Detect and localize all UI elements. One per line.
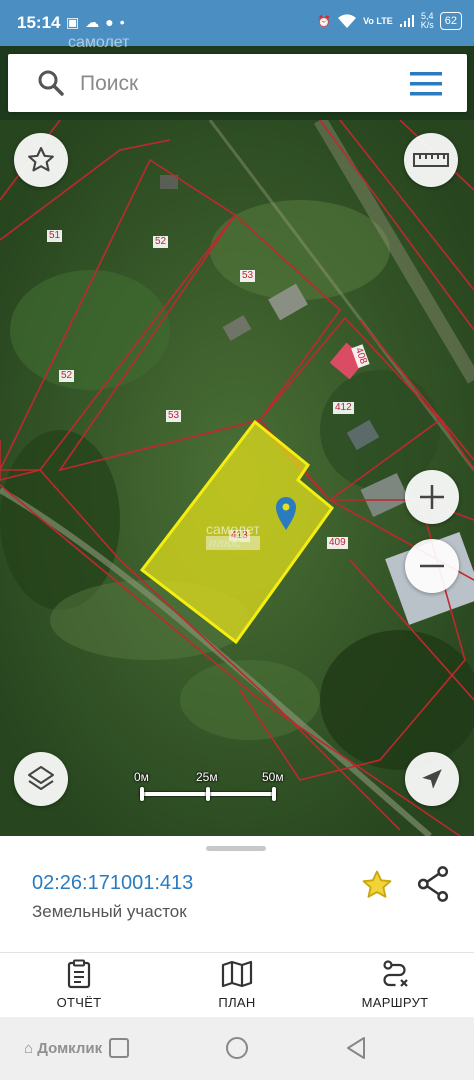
minus-icon [420, 564, 444, 568]
navigation-arrow-icon [422, 769, 442, 789]
add-favorite-button[interactable] [360, 868, 394, 907]
search-input[interactable]: Поиск [80, 72, 138, 96]
tab-report[interactable]: ОТЧЁТ [14, 959, 144, 1010]
status-time: 15:14 [17, 13, 61, 32]
outlook-icon: ▣ [66, 14, 86, 30]
battery-indicator: 62 [439, 12, 462, 30]
search-icon[interactable] [38, 70, 64, 96]
share-button[interactable] [416, 866, 450, 907]
satellite-map[interactable] [0, 120, 474, 836]
map-watermark: самолет плюс [206, 522, 260, 550]
plot-label-412[interactable]: 412 [333, 402, 354, 414]
report-icon [67, 959, 91, 989]
cloud-upload-icon: ☁ [85, 14, 106, 30]
back-icon[interactable] [345, 1036, 367, 1060]
net-speed-unit: K/s [420, 20, 434, 30]
share-icon [417, 866, 449, 902]
wifi-icon [338, 14, 357, 28]
favorites-button[interactable] [14, 133, 68, 187]
recent-apps-icon[interactable] [108, 1037, 130, 1059]
status-watermark: самолет [68, 34, 130, 51]
plot-label-52b[interactable]: 52 [59, 370, 75, 382]
sheet-drag-handle[interactable] [206, 846, 266, 851]
net-speed: 5,4 K/s [421, 12, 434, 30]
scale-tick [272, 787, 276, 801]
scale-tick [206, 787, 210, 801]
tab-plan[interactable]: ПЛАН [172, 959, 302, 1010]
star-outline-icon [28, 147, 54, 172]
plot-type: Земельный участок [32, 902, 187, 921]
plot-label-52[interactable]: 52 [153, 236, 169, 248]
zoom-in-button[interactable] [405, 470, 459, 524]
status-left-icons: ▣☁●• [66, 14, 131, 31]
alarm-icon: ⏰ [317, 15, 332, 28]
search-bar[interactable]: Поиск [8, 54, 467, 112]
scale-label-0: 0м [134, 770, 149, 784]
my-location-button[interactable] [405, 752, 459, 806]
map-view[interactable]: 51 52 53 52 53 412 408 413 409 самолет п… [0, 120, 474, 836]
cadastral-number[interactable]: 02:26:171001:413 [32, 872, 193, 895]
house-icon: ⌂ [24, 1040, 34, 1057]
volte-indicator: Vo LTE [363, 15, 393, 26]
footer-watermark: ⌂ Домклик [24, 1040, 102, 1057]
status-bar: 15:14 ▣☁●• самолет ⏰ Vo LTE 5,4 K/s 62 [0, 0, 474, 51]
scale-label-50: 50м [262, 770, 284, 784]
scale-tick [140, 787, 144, 801]
signal-icon [399, 15, 414, 27]
tab-route[interactable]: МАРШРУТ [330, 959, 460, 1010]
layers-icon [28, 766, 54, 790]
route-icon [383, 960, 408, 987]
ruler-icon [413, 153, 449, 167]
layers-button[interactable] [14, 752, 68, 806]
message-icon: ● [105, 14, 120, 30]
plus-icon [420, 485, 444, 509]
star-icon [362, 870, 392, 898]
menu-icon[interactable] [410, 72, 442, 96]
plot-label-53b[interactable]: 53 [166, 410, 182, 422]
map-watermark-top: самолет [206, 521, 260, 537]
dot-icon: • [119, 14, 131, 30]
plot-label-53[interactable]: 53 [240, 270, 256, 282]
ruler-button[interactable] [404, 133, 458, 187]
plot-label-51[interactable]: 51 [47, 230, 63, 242]
scale-label-25: 25м [196, 770, 218, 784]
tab-plan-label: ПЛАН [218, 995, 256, 1010]
map-watermark-bottom: плюс [206, 536, 260, 550]
map-plan-icon [221, 960, 253, 988]
plot-label-409[interactable]: 409 [327, 537, 348, 549]
status-right: ⏰ Vo LTE 5,4 K/s 62 [317, 12, 462, 30]
zoom-out-button[interactable] [405, 539, 459, 593]
home-icon[interactable] [225, 1036, 249, 1060]
footer-watermark-text: Домклик [37, 1040, 103, 1057]
bottom-tabs: ОТЧЁТ ПЛАН МАРШРУТ [0, 953, 474, 1017]
tab-route-label: МАРШРУТ [361, 995, 429, 1010]
tab-report-label: ОТЧЁТ [56, 995, 102, 1010]
